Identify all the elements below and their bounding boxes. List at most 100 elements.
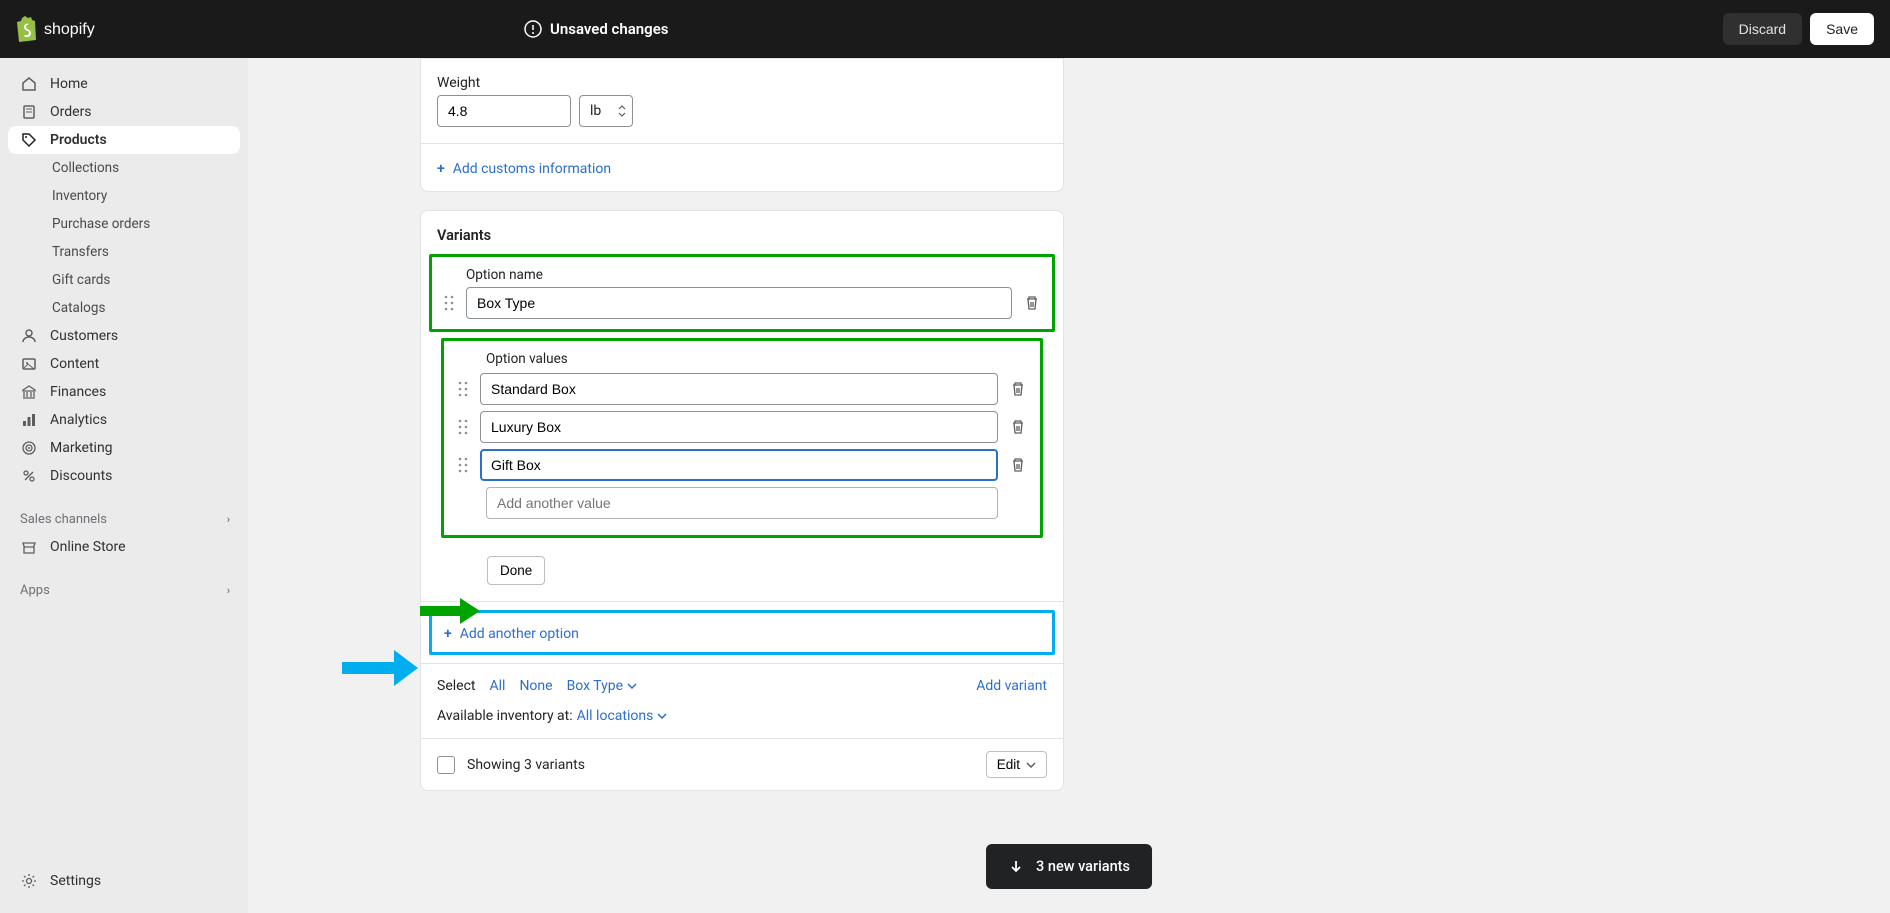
target-icon [20,440,38,456]
nav-customers[interactable]: Customers [8,322,240,350]
chevron-right-icon[interactable]: › [227,584,230,597]
status-text: Unsaved changes [550,20,669,38]
weight-label: Weight [437,75,1047,91]
chevron-down-icon [627,683,637,689]
option-name-label: Option name [466,267,1012,283]
select-none[interactable]: None [519,678,552,694]
gear-icon [20,873,38,889]
nav-collections[interactable]: Collections [8,154,240,182]
select-label: Select [437,678,475,694]
delete-value-button[interactable] [1010,457,1026,473]
option-name-input[interactable] [466,287,1012,319]
section-label: Apps [20,583,50,598]
nav-catalogs[interactable]: Catalogs [8,294,240,322]
nav-products[interactable]: Products [8,126,240,154]
add-value-row [458,487,1026,519]
variants-card: Variants Option name [420,210,1064,791]
delete-option-button[interactable] [1024,295,1040,319]
add-variant-link[interactable]: Add variant [976,678,1047,694]
option-value-input-0[interactable] [480,373,998,405]
orders-icon [20,104,38,120]
variants-title: Variants [437,227,1047,244]
topbar: shopify Unsaved changes Discard Save [0,0,1890,58]
shopify-wordmark-icon: shopify [44,19,114,39]
weight-unit-select[interactable]: lb [579,95,633,127]
nav-label: Orders [50,104,92,120]
add-customs-link[interactable]: Add customs information [437,161,611,177]
sidebar: Home Orders Products Collections Invento… [0,58,248,913]
nav-discounts[interactable]: Discounts [8,462,240,490]
image-icon [20,356,38,372]
select-all-checkbox[interactable] [437,756,455,774]
inventory-location-link[interactable]: All locations [577,708,668,724]
chevron-right-icon[interactable]: › [227,513,230,526]
nav-transfers[interactable]: Transfers [8,238,240,266]
arrow-down-icon [1008,859,1024,875]
bars-icon [20,412,38,428]
chevron-down-icon [657,713,667,719]
nav-gift-cards[interactable]: Gift cards [8,266,240,294]
nav-label: Marketing [50,440,113,456]
done-row: Done [421,544,1063,602]
weight-input[interactable] [437,95,571,127]
nav-label: Home [50,76,88,92]
nav-inventory[interactable]: Inventory [8,182,240,210]
alert-icon [524,20,542,38]
nav-online-store[interactable]: Online Store [8,533,240,561]
annotation-arrow-blue [342,650,418,686]
option-value-input-2[interactable] [480,449,998,481]
annotation-arrow-green [420,598,480,624]
option-value-input-1[interactable] [480,411,998,443]
edit-button[interactable]: Edit [986,751,1047,778]
drag-handle-icon[interactable] [458,457,468,473]
unit-value: lb [590,103,601,119]
sales-channels-header: Sales channels › [0,506,248,533]
inventory-row: Available inventory at: All locations [421,708,1063,738]
add-option-button[interactable]: Add another option [444,626,579,642]
nav-marketing[interactable]: Marketing [8,434,240,462]
select-row: Select All None Box Type Add variant [421,663,1063,708]
edit-label: Edit [997,757,1020,772]
shopify-bag-icon [16,16,40,42]
option-values-label: Option values [486,351,1026,367]
showing-text: Showing 3 variants [467,757,585,773]
drag-handle-icon[interactable] [458,419,468,435]
option-value-row [458,373,1026,405]
option-value-row [458,449,1026,481]
done-button[interactable]: Done [487,556,545,585]
nav-label: Online Store [50,539,126,555]
nav-settings[interactable]: Settings [8,867,240,895]
nav-orders[interactable]: Orders [8,98,240,126]
nav-home[interactable]: Home [8,70,240,98]
save-button[interactable]: Save [1810,13,1874,45]
shipping-card: Weight lb Add customs information [420,58,1064,192]
nav-label: Discounts [50,468,112,484]
delete-value-button[interactable] [1010,419,1026,435]
stepper-icon [618,105,626,117]
drag-handle-icon[interactable] [458,381,468,397]
nav-purchase-orders[interactable]: Purchase orders [8,210,240,238]
filter-boxtype[interactable]: Box Type [567,678,637,694]
inventory-label: Available inventory at: [437,708,573,724]
add-value-input[interactable] [486,487,998,519]
section-label: Sales channels [20,512,107,527]
nav-finances[interactable]: Finances [8,378,240,406]
store-icon [20,539,38,555]
chevron-down-icon [1026,762,1036,768]
drag-handle-icon[interactable] [444,295,454,319]
shopify-logo[interactable]: shopify [16,16,114,42]
option-value-row [458,411,1026,443]
trash-icon [1010,419,1026,435]
delete-value-button[interactable] [1010,381,1026,397]
svg-text:shopify: shopify [44,21,95,38]
nav-analytics[interactable]: Analytics [8,406,240,434]
select-all[interactable]: All [489,678,505,694]
tag-icon [20,132,38,148]
plus-icon [437,161,445,177]
nav-content[interactable]: Content [8,350,240,378]
main-content: Weight lb Add customs information [248,58,1890,913]
nav-label: Settings [50,873,101,889]
discard-button[interactable]: Discard [1723,13,1802,45]
link-text: Add another option [460,626,579,642]
option-name-group: Option name [429,254,1055,332]
